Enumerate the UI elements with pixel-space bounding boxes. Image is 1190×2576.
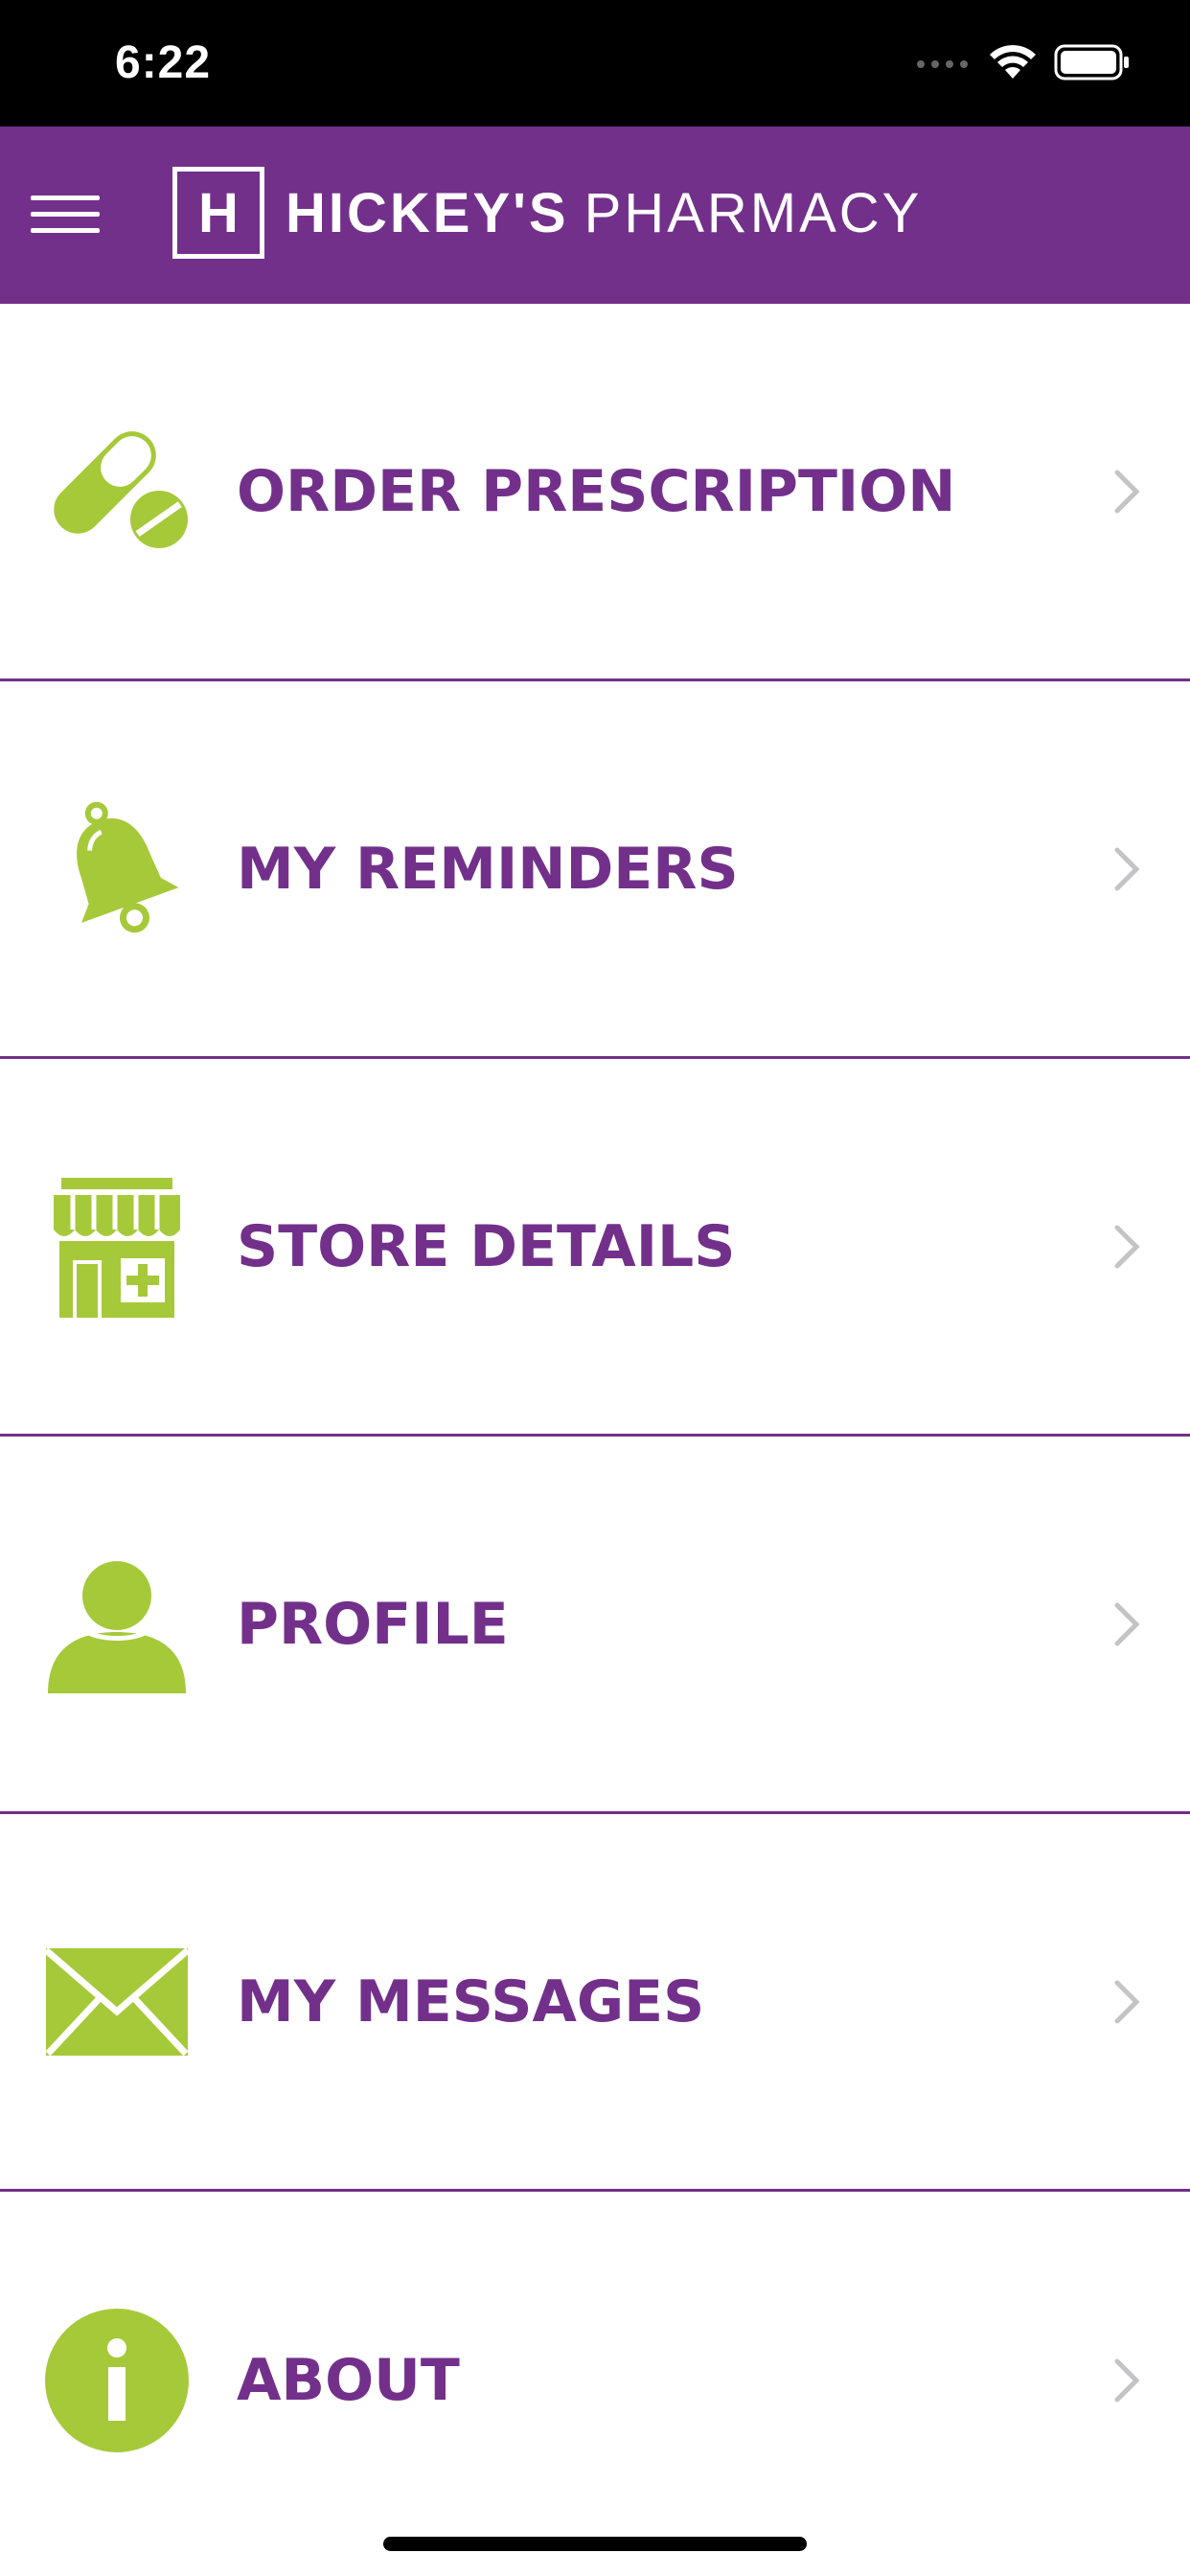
logo-text: HICKEY'S PHARMACY [286, 181, 922, 245]
signal-icon [917, 60, 968, 68]
pills-icon [44, 419, 190, 564]
menu-item-label: MY MESSAGES [237, 1967, 705, 2036]
pharmacy-logo: H HICKEY'S PHARMACY [172, 167, 922, 259]
chevron-right-icon [1113, 469, 1142, 515]
menu-item-my-reminders[interactable]: MY REMINDERS [0, 681, 1190, 1059]
menu-item-label: PROFILE [237, 1590, 509, 1658]
battery-icon [1054, 44, 1129, 80]
menu-item-about[interactable]: ABOUT [0, 2192, 1190, 2569]
chevron-right-icon [1113, 2358, 1142, 2404]
status-icons [916, 44, 1131, 80]
main-menu-list: ORDER PRESCRIPTION MY REMINDERS STORE DE… [0, 304, 1190, 2569]
chevron-right-icon [1113, 1979, 1142, 2025]
hamburger-menu-icon[interactable] [31, 194, 100, 236]
menu-item-label: ABOUT [237, 2347, 460, 2414]
menu-item-label: STORE DETAILS [237, 1212, 736, 1280]
logo-mark: H [172, 167, 264, 259]
menu-item-label: ORDER PRESCRIPTION [237, 457, 956, 525]
wifi-icon [990, 45, 1036, 79]
menu-item-label: MY REMINDERS [237, 835, 739, 903]
person-icon [44, 1552, 190, 1697]
status-bar: 6:22 [0, 0, 1190, 126]
info-icon [44, 2308, 190, 2453]
chevron-right-icon [1113, 846, 1142, 892]
menu-item-my-messages[interactable]: MY MESSAGES [0, 1814, 1190, 2192]
bell-icon [44, 796, 190, 942]
envelope-icon [44, 1929, 190, 2075]
logo-suffix: PHARMACY [584, 181, 923, 244]
logo-brand: HICKEY'S [286, 181, 569, 244]
menu-item-store-details[interactable]: STORE DETAILS [0, 1059, 1190, 1437]
app-header: H HICKEY'S PHARMACY [0, 126, 1190, 304]
chevron-right-icon [1113, 1224, 1142, 1270]
store-icon [44, 1174, 190, 1320]
menu-item-order-prescription[interactable]: ORDER PRESCRIPTION [0, 304, 1190, 681]
status-time: 6:22 [115, 37, 212, 88]
home-indicator[interactable] [383, 2537, 807, 2551]
menu-item-profile[interactable]: PROFILE [0, 1437, 1190, 1814]
chevron-right-icon [1113, 1601, 1142, 1647]
